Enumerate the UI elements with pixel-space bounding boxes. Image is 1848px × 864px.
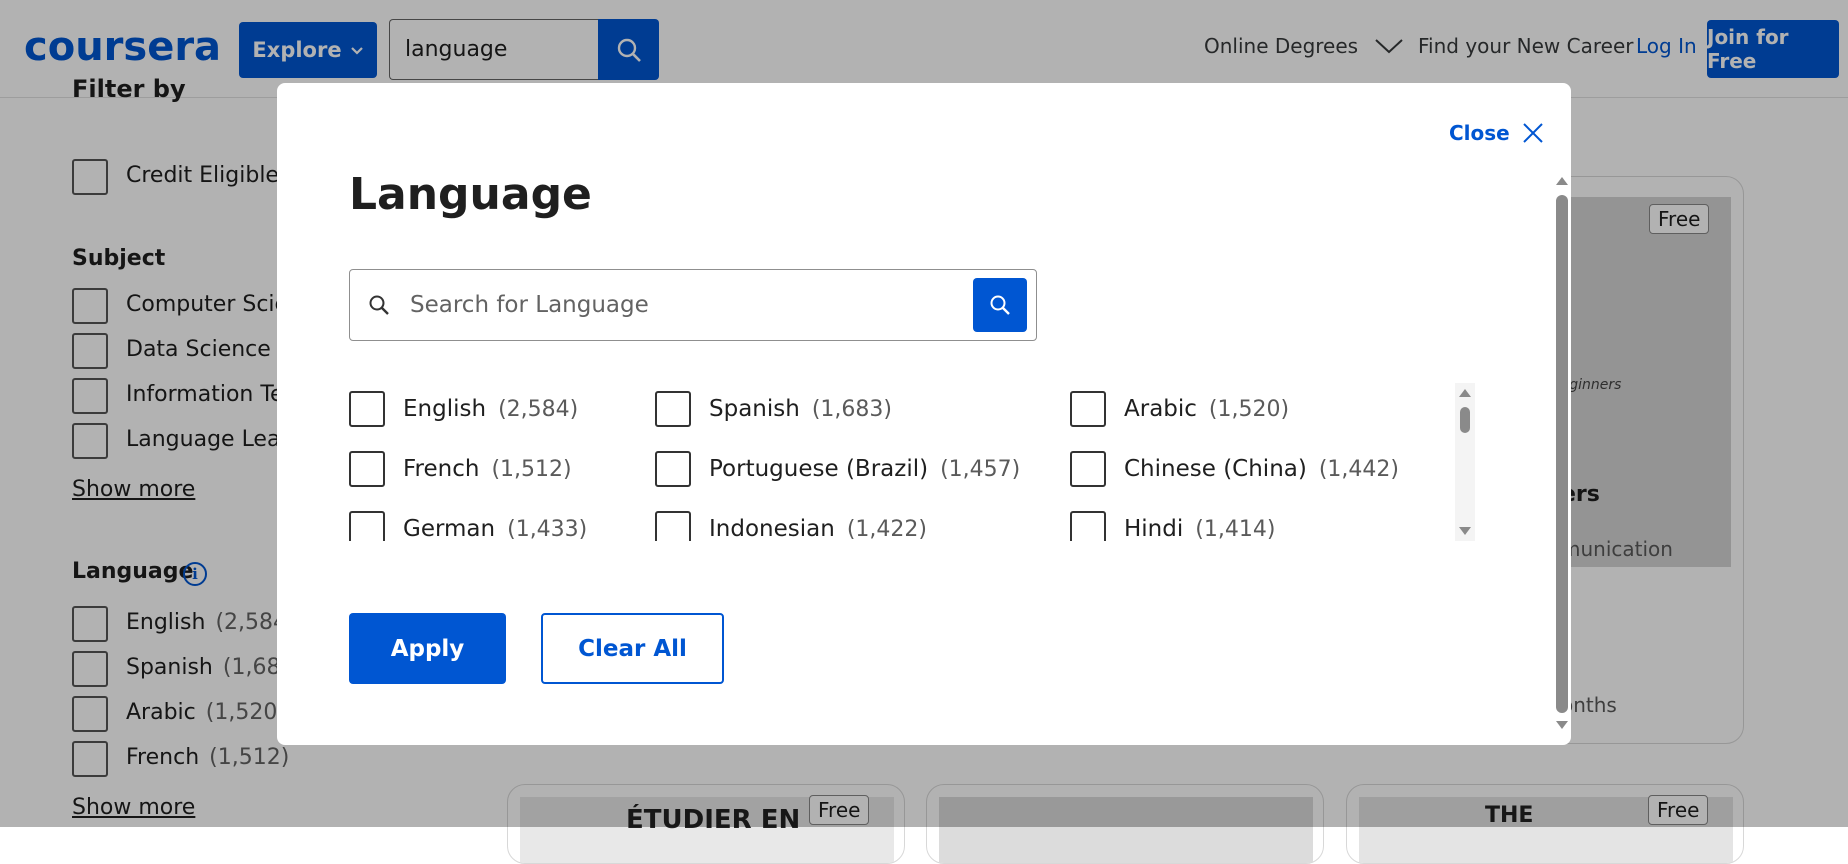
- language-option-count: (1,520): [1208, 396, 1290, 422]
- search-icon: [369, 295, 389, 315]
- language-option-count: (1,422): [846, 516, 927, 542]
- language-filter-modal: Close Language English (2,584) Spanish (…: [277, 83, 1571, 745]
- language-option-hindi[interactable]: Hindi (1,414): [1070, 509, 1275, 541]
- language-options-list: English (2,584) Spanish (1,683) Arabic (…: [349, 383, 1429, 541]
- language-option-count: (1,512): [491, 456, 572, 482]
- language-option-count: (1,414): [1195, 516, 1276, 542]
- language-option-count: (2,584): [498, 396, 579, 422]
- close-button[interactable]: Close: [1449, 121, 1544, 145]
- scroll-up-arrow-icon: [1556, 177, 1568, 185]
- language-option-label: German: [403, 516, 496, 541]
- scroll-down-arrow-icon: [1556, 721, 1568, 729]
- language-option-arabic[interactable]: Arabic (1,520): [1070, 389, 1289, 429]
- language-option-label: French: [403, 456, 480, 482]
- scrollbar-thumb: [1460, 407, 1470, 433]
- language-option-count: (1,457): [940, 456, 1021, 482]
- language-option-spanish[interactable]: Spanish (1,683): [655, 389, 892, 429]
- language-option-german[interactable]: German (1,433): [349, 509, 587, 541]
- language-option-portuguese-brazil[interactable]: Portuguese (Brazil) (1,457): [655, 449, 1020, 489]
- modal-scrollbar[interactable]: [1553, 173, 1571, 733]
- language-checkbox[interactable]: [655, 451, 691, 487]
- language-option-label: Arabic: [1124, 396, 1197, 422]
- language-option-english[interactable]: English (2,584): [349, 389, 578, 429]
- clear-all-button[interactable]: Clear All: [541, 613, 724, 684]
- language-checkbox[interactable]: [349, 511, 385, 541]
- language-option-indonesian[interactable]: Indonesian (1,422): [655, 509, 927, 541]
- language-option-label: Portuguese (Brazil): [709, 456, 929, 482]
- language-checkbox[interactable]: [349, 391, 385, 427]
- language-checkbox[interactable]: [655, 391, 691, 427]
- options-scrollbar[interactable]: [1455, 383, 1475, 541]
- language-option-label: English: [403, 396, 487, 422]
- language-search-button[interactable]: [973, 278, 1027, 332]
- language-option-count: (1,683): [811, 396, 892, 422]
- language-option-label: Hindi: [1124, 516, 1184, 541]
- close-label: Close: [1449, 121, 1510, 145]
- language-checkbox[interactable]: [1070, 511, 1106, 541]
- modal-title: Language: [349, 169, 592, 220]
- close-icon: [1523, 123, 1543, 143]
- language-checkbox[interactable]: [349, 451, 385, 487]
- language-option-count: (1,433): [507, 516, 588, 542]
- language-option-label: Indonesian: [709, 516, 835, 541]
- language-checkbox[interactable]: [655, 511, 691, 541]
- search-icon: [990, 295, 1010, 315]
- language-checkbox[interactable]: [1070, 451, 1106, 487]
- language-option-label: Chinese (China): [1124, 456, 1307, 482]
- language-option-label: Spanish: [709, 396, 800, 422]
- language-option-french[interactable]: French (1,512): [349, 449, 572, 489]
- language-search-box: [349, 269, 1037, 341]
- language-search-input[interactable]: [408, 280, 968, 330]
- apply-button[interactable]: Apply: [349, 613, 506, 684]
- scrollbar-thumb: [1556, 195, 1568, 713]
- language-checkbox[interactable]: [1070, 391, 1106, 427]
- language-option-count: (1,442): [1318, 456, 1399, 482]
- language-option-chinese-china[interactable]: Chinese (China) (1,442): [1070, 449, 1399, 489]
